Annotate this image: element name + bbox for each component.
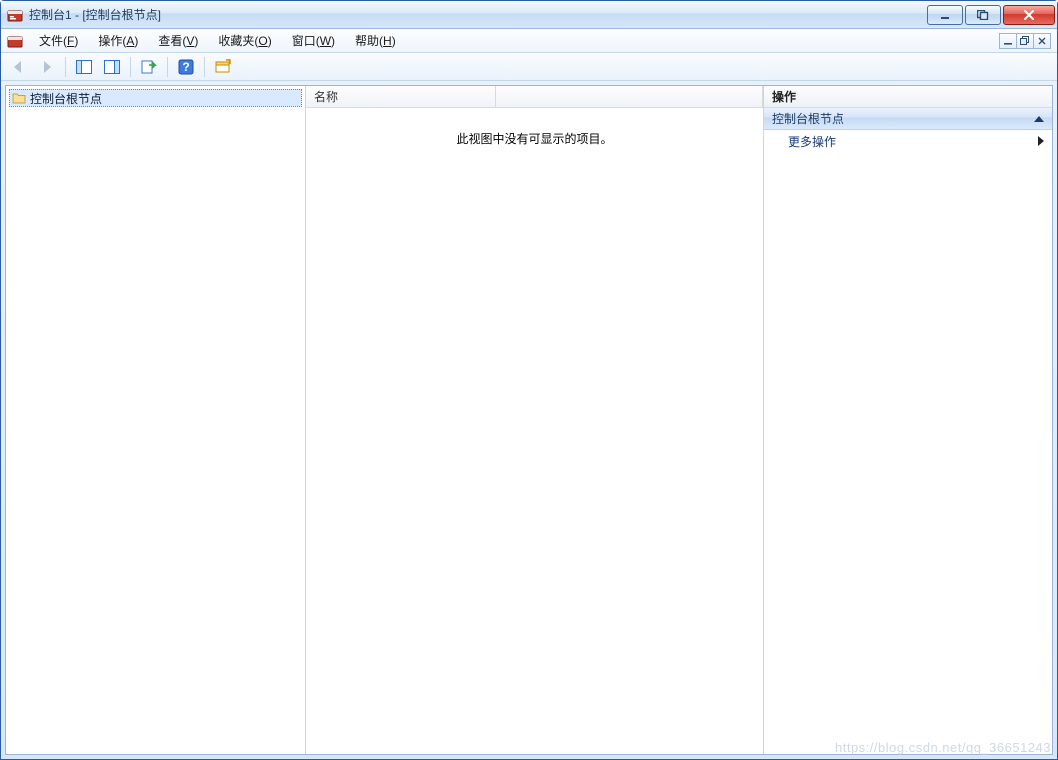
mdi-restore-button[interactable] — [1016, 33, 1034, 49]
actions-more[interactable]: 更多操作 — [764, 130, 1052, 152]
help-button[interactable]: ? — [174, 56, 198, 78]
column-blank[interactable] — [496, 86, 763, 107]
column-name[interactable]: 名称 — [306, 86, 496, 107]
close-button[interactable] — [1003, 5, 1055, 25]
menu-view-post: ) — [194, 34, 198, 48]
menu-window-acc: W — [320, 34, 331, 48]
window-controls — [925, 5, 1055, 25]
export-list-button[interactable] — [137, 56, 161, 78]
menu-file-post: ) — [74, 34, 78, 48]
toolbar-separator-4 — [204, 57, 205, 77]
menu-help-post: ) — [392, 34, 396, 48]
menu-help-pre: 帮助( — [355, 34, 383, 48]
menu-action[interactable]: 操作(A) — [90, 30, 146, 51]
mdi-controls — [999, 33, 1051, 49]
actions-header: 操作 — [764, 86, 1052, 108]
menu-help-acc: H — [383, 34, 392, 48]
menu-window[interactable]: 窗口(W) — [284, 30, 343, 51]
list-panel[interactable]: 名称 此视图中没有可显示的项目。 — [306, 86, 764, 754]
show-hide-tree-button[interactable] — [72, 56, 96, 78]
tree-root-label: 控制台根节点 — [30, 90, 102, 107]
main-window: 控制台1 - [控制台根节点] — [0, 0, 1058, 760]
menu-window-pre: 窗口( — [292, 34, 320, 48]
actions-panel: 操作 控制台根节点 更多操作 — [764, 86, 1052, 754]
submenu-icon — [1038, 136, 1044, 146]
mdi-close-button[interactable] — [1033, 33, 1051, 49]
menu-view-pre: 查看( — [158, 34, 186, 48]
menu-favorites-post: ) — [268, 34, 272, 48]
titlebar[interactable]: 控制台1 - [控制台根节点] — [1, 1, 1057, 29]
menu-file[interactable]: 文件(F) — [31, 30, 86, 51]
toolbar-separator-3 — [167, 57, 168, 77]
window-title: 控制台1 - [控制台根节点] — [29, 6, 919, 23]
menu-action-pre: 操作( — [98, 34, 126, 48]
forward-button[interactable] — [35, 56, 59, 78]
tree-panel[interactable]: 控制台根节点 — [6, 86, 306, 754]
menu-favorites-acc: O — [258, 34, 267, 48]
toolbar: ? — [1, 53, 1057, 81]
list-empty-message: 此视图中没有可显示的项目。 — [306, 108, 763, 754]
collapse-icon — [1034, 116, 1044, 122]
menu-window-post: ) — [331, 34, 335, 48]
new-window-button[interactable] — [211, 56, 235, 78]
actions-more-label: 更多操作 — [788, 133, 836, 150]
menu-help[interactable]: 帮助(H) — [347, 30, 404, 51]
mmc-icon — [7, 33, 23, 49]
columns-header: 名称 — [306, 86, 763, 108]
app-icon — [7, 7, 23, 23]
menu-favorites[interactable]: 收藏夹(O) — [210, 30, 279, 51]
menu-view[interactable]: 查看(V) — [150, 30, 206, 51]
tree-root-node[interactable]: 控制台根节点 — [9, 89, 302, 107]
svg-text:?: ? — [182, 60, 189, 74]
maximize-button[interactable] — [965, 5, 1001, 25]
show-hide-actions-button[interactable] — [100, 56, 124, 78]
menu-file-pre: 文件( — [39, 34, 67, 48]
menu-action-post: ) — [134, 34, 138, 48]
folder-icon — [12, 91, 26, 105]
toolbar-separator-2 — [130, 57, 131, 77]
minimize-button[interactable] — [927, 5, 963, 25]
mdi-minimize-button[interactable] — [999, 33, 1017, 49]
back-button[interactable] — [7, 56, 31, 78]
menu-favorites-pre: 收藏夹( — [218, 34, 258, 48]
client-area: 控制台根节点 名称 此视图中没有可显示的项目。 操作 控制台根节点 更多操作 — [5, 85, 1053, 755]
menubar: 文件(F) 操作(A) 查看(V) 收藏夹(O) 窗口(W) 帮助(H) — [1, 29, 1057, 53]
toolbar-separator — [65, 57, 66, 77]
actions-group-header[interactable]: 控制台根节点 — [764, 108, 1052, 130]
actions-group-title: 控制台根节点 — [772, 110, 844, 127]
